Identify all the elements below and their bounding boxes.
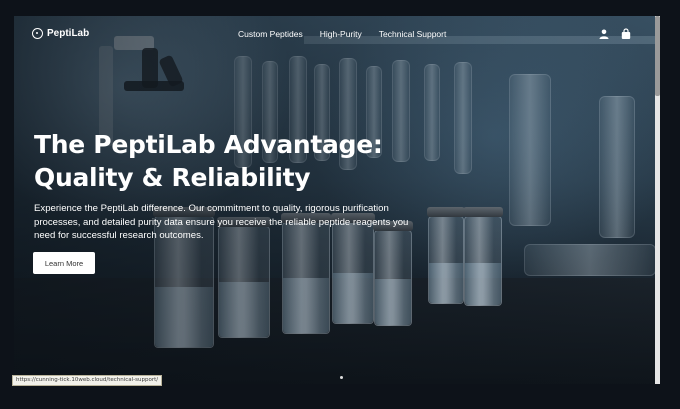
hero-description: Experience the PeptiLab difference. Our … <box>34 203 409 241</box>
nav-icons <box>598 28 632 40</box>
main-menu: Custom Peptides High-Purity Technical Su… <box>238 29 446 39</box>
logo-icon <box>32 28 43 39</box>
shopping-bag-icon[interactable] <box>620 28 632 40</box>
top-navigation: PeptiLab Custom Peptides High-Purity Tec… <box>14 16 656 52</box>
brand-name: PeptiLab <box>47 28 90 39</box>
nav-link-technical-support[interactable]: Technical Support <box>379 29 447 39</box>
hero-content: The PeptiLab Advantage: Quality & Reliab… <box>34 128 464 243</box>
learn-more-button[interactable]: Learn More <box>33 252 95 274</box>
hero-title-line-2: Quality & Reliability <box>34 163 311 192</box>
nav-link-custom-peptides[interactable]: Custom Peptides <box>238 29 303 39</box>
hero-title-line-1: The PeptiLab Advantage: <box>34 130 383 159</box>
nav-link-high-purity[interactable]: High-Purity <box>320 29 362 39</box>
website-viewport: PeptiLab Custom Peptides High-Purity Tec… <box>14 16 656 384</box>
page-scrollbar[interactable] <box>655 16 660 384</box>
hero-title: The PeptiLab Advantage: Quality & Reliab… <box>34 128 464 194</box>
user-icon[interactable] <box>598 28 610 40</box>
brand-logo[interactable]: PeptiLab <box>32 28 89 39</box>
scrollbar-thumb[interactable] <box>655 16 660 96</box>
slider-indicator-dot[interactable] <box>340 376 343 379</box>
browser-status-url: https://cunning-tick.10web.cloud/technic… <box>12 375 163 386</box>
